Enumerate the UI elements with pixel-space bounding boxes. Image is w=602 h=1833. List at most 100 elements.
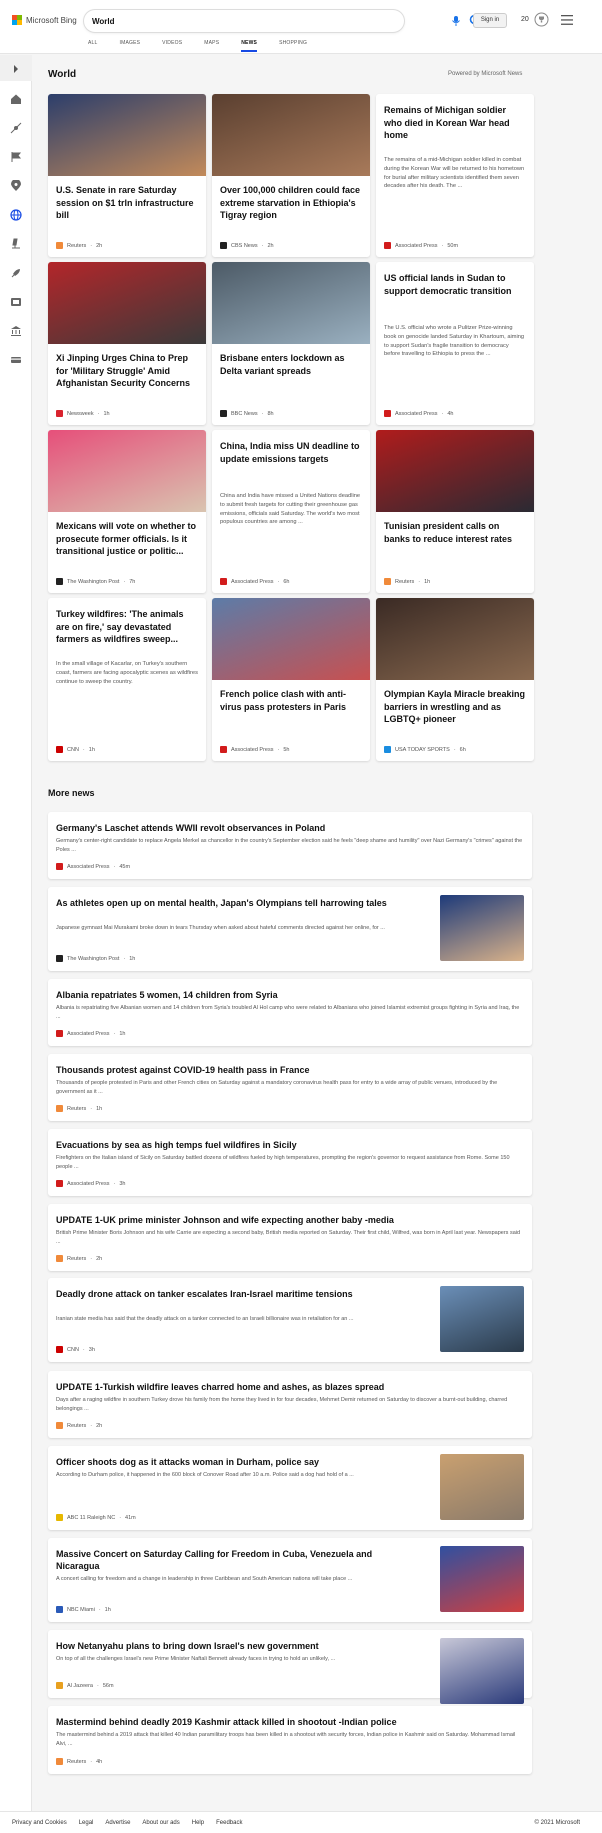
tab-maps[interactable]: MAPS	[204, 40, 219, 52]
tab-news[interactable]: NEWS	[241, 40, 258, 52]
globe-icon[interactable]	[10, 209, 22, 221]
footer-link-advertise[interactable]: Advertise	[105, 1820, 130, 1826]
location-pin-icon[interactable]	[10, 180, 22, 192]
news-card[interactable]: US official lands in Sudan to support de…	[376, 262, 534, 425]
card-icon[interactable]	[10, 354, 22, 366]
footer-link-feedback[interactable]: Feedback	[216, 1820, 242, 1826]
news-card-title[interactable]: Olympian Kayla Miracle breaking barriers…	[384, 688, 526, 726]
footer-link-about-ads[interactable]: About our ads	[142, 1820, 179, 1826]
footer-link-help[interactable]: Help	[192, 1820, 204, 1826]
more-news-item[interactable]: UPDATE 1-UK prime minister Johnson and w…	[48, 1204, 532, 1271]
more-news-title-link[interactable]: Officer shoots dog as it attacks woman i…	[56, 1456, 416, 1468]
us-flag-icon[interactable]	[10, 151, 22, 163]
news-card-source[interactable]: Associated Press · 4h	[384, 410, 453, 417]
news-card-source[interactable]: USA TODAY SPORTS · 6h	[384, 746, 466, 753]
more-news-title-link[interactable]: Thousands protest against COVID-19 healt…	[56, 1064, 524, 1076]
news-card[interactable]: China, India miss UN deadline to update …	[212, 430, 370, 593]
news-card-title[interactable]: Tunisian president calls on banks to red…	[384, 520, 526, 545]
more-news-item[interactable]: Deadly drone attack on tanker escalates …	[48, 1278, 532, 1362]
more-news-source[interactable]: Al Jazeera · 56m	[56, 1682, 114, 1689]
news-card-image[interactable]	[212, 94, 370, 176]
news-card-image[interactable]	[376, 430, 534, 512]
more-news-title-link[interactable]: How Netanyahu plans to bring down Israel…	[56, 1640, 416, 1652]
more-news-source[interactable]: NBC Miami · 1h	[56, 1606, 111, 1613]
news-card-title[interactable]: Brisbane enters lockdown as Delta varian…	[220, 352, 362, 377]
more-news-source[interactable]: Reuters · 1h	[56, 1105, 102, 1112]
more-news-item[interactable]: Evacuations by sea as high temps fuel wi…	[48, 1129, 532, 1196]
more-news-item[interactable]: Mastermind behind deadly 2019 Kashmir at…	[48, 1706, 532, 1774]
news-card-source[interactable]: Associated Press · 50m	[384, 242, 458, 249]
film-icon[interactable]	[10, 296, 22, 308]
more-news-title-link[interactable]: As athletes open up on mental health, Ja…	[56, 897, 416, 909]
more-news-item[interactable]: Massive Concert on Saturday Calling for …	[48, 1538, 532, 1622]
home-icon[interactable]	[10, 93, 22, 105]
news-card[interactable]: Olympian Kayla Miracle breaking barriers…	[376, 598, 534, 761]
more-news-item[interactable]: Officer shoots dog as it attacks woman i…	[48, 1446, 532, 1530]
more-news-source[interactable]: Reuters · 2h	[56, 1255, 102, 1262]
news-card-source[interactable]: Associated Press · 6h	[220, 578, 289, 585]
hamburger-menu-icon[interactable]	[561, 15, 573, 25]
more-news-title-link[interactable]: Evacuations by sea as high temps fuel wi…	[56, 1139, 524, 1151]
sign-in-button[interactable]: Sign in	[473, 13, 507, 28]
more-news-item[interactable]: How Netanyahu plans to bring down Israel…	[48, 1630, 532, 1704]
rocket-icon[interactable]	[10, 267, 22, 279]
news-card-title[interactable]: Xi Jinping Urges China to Prep for 'Mili…	[56, 352, 198, 390]
news-card-title[interactable]: Over 100,000 children could face extreme…	[220, 184, 362, 222]
news-card-image[interactable]	[48, 430, 206, 512]
news-card[interactable]: Mexicans will vote on whether to prosecu…	[48, 430, 206, 593]
more-news-title-link[interactable]: UPDATE 1-UK prime minister Johnson and w…	[56, 1214, 524, 1226]
more-news-title-link[interactable]: Albania repatriates 5 women, 14 children…	[56, 989, 524, 1001]
more-news-source[interactable]: ABC 11 Raleigh NC · 41m	[56, 1514, 136, 1521]
tab-shopping[interactable]: SHOPPING	[279, 40, 307, 52]
more-news-thumbnail[interactable]	[440, 895, 524, 961]
more-news-item[interactable]: Thousands protest against COVID-19 healt…	[48, 1054, 532, 1121]
search-input[interactable]	[92, 14, 352, 28]
news-card-image[interactable]	[48, 94, 206, 176]
news-card-source[interactable]: CNN · 1h	[56, 746, 95, 753]
news-card-source[interactable]: BBC News · 8h	[220, 410, 274, 417]
bank-icon[interactable]	[10, 325, 22, 337]
news-card-source[interactable]: CBS News · 2h	[220, 242, 274, 249]
powered-by-label[interactable]: Powered by Microsoft News	[448, 71, 522, 77]
news-card[interactable]: Brisbane enters lockdown as Delta varian…	[212, 262, 370, 425]
tab-videos[interactable]: VIDEOS	[162, 40, 182, 52]
news-card-source[interactable]: Reuters · 2h	[56, 242, 102, 249]
more-news-thumbnail[interactable]	[440, 1286, 524, 1352]
microphone-icon[interactable]	[450, 15, 462, 27]
news-card-title[interactable]: U.S. Senate in rare Saturday session on …	[56, 184, 198, 222]
news-card-source[interactable]: Reuters · 1h	[384, 578, 430, 585]
news-card-title[interactable]: Turkey wildfires: 'The animals are on fi…	[56, 608, 198, 646]
more-news-item[interactable]: Albania repatriates 5 women, 14 children…	[48, 979, 532, 1046]
more-news-source[interactable]: Associated Press · 1h	[56, 1030, 125, 1037]
tab-images[interactable]: IMAGES	[120, 40, 141, 52]
more-news-thumbnail[interactable]	[440, 1454, 524, 1520]
news-card[interactable]: U.S. Senate in rare Saturday session on …	[48, 94, 206, 257]
news-card-image[interactable]	[212, 598, 370, 680]
news-card[interactable]: Over 100,000 children could face extreme…	[212, 94, 370, 257]
news-card-title[interactable]: Mexicans will vote on whether to prosecu…	[56, 520, 198, 558]
more-news-source[interactable]: Associated Press · 45m	[56, 863, 130, 870]
news-card[interactable]: Tunisian president calls on banks to red…	[376, 430, 534, 593]
news-card-source[interactable]: Newsweek · 1h	[56, 410, 110, 417]
search-box[interactable]	[84, 10, 482, 32]
more-news-thumbnail[interactable]	[440, 1546, 524, 1612]
tab-all[interactable]: ALL	[88, 40, 98, 52]
more-news-title-link[interactable]: Deadly drone attack on tanker escalates …	[56, 1288, 416, 1300]
bing-logo[interactable]: Microsoft Bing	[12, 15, 77, 25]
news-card-title[interactable]: US official lands in Sudan to support de…	[384, 272, 526, 297]
news-card[interactable]: French police clash with anti-virus pass…	[212, 598, 370, 761]
news-card-source[interactable]: The Washington Post · 7h	[56, 578, 135, 585]
news-card-image[interactable]	[212, 262, 370, 344]
more-news-source[interactable]: The Washington Post · 1h	[56, 955, 135, 962]
news-card-image[interactable]	[376, 598, 534, 680]
more-news-source[interactable]: Reuters · 4h	[56, 1758, 102, 1765]
rewards-count[interactable]: 20	[521, 16, 529, 23]
news-card[interactable]: Turkey wildfires: 'The animals are on fi…	[48, 598, 206, 761]
more-news-item[interactable]: As athletes open up on mental health, Ja…	[48, 887, 532, 971]
more-news-item[interactable]: Germany's Laschet attends WWII revolt ob…	[48, 812, 532, 879]
more-news-source[interactable]: Associated Press · 3h	[56, 1180, 125, 1187]
news-card-title[interactable]: China, India miss UN deadline to update …	[220, 440, 362, 465]
expand-chevron-icon[interactable]	[10, 63, 22, 75]
local-icon[interactable]	[10, 122, 22, 134]
news-card-source[interactable]: Associated Press · 5h	[220, 746, 289, 753]
